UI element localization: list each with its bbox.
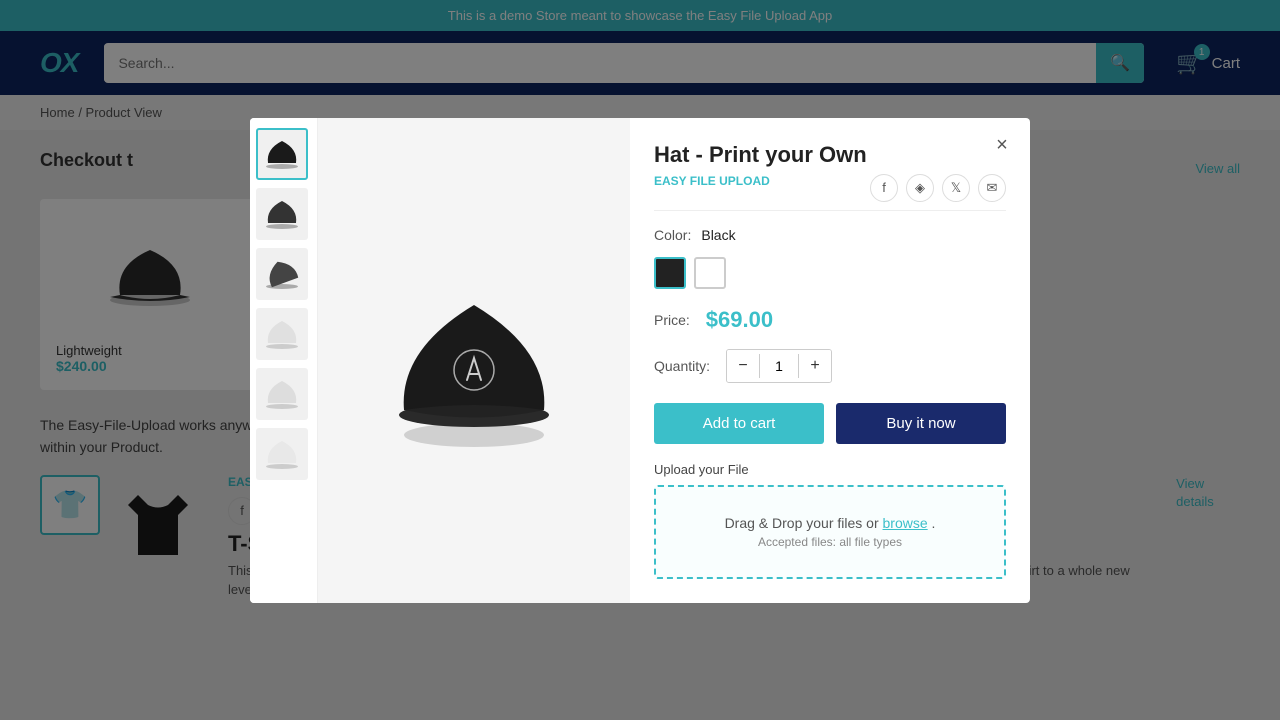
modal-pinterest-icon[interactable]: ◈	[906, 174, 934, 202]
modal-easy-file-label: EASY FILE UPLOAD	[654, 174, 770, 188]
modal-close-button[interactable]: ×	[988, 132, 1016, 160]
modal-facebook-icon[interactable]: f	[870, 174, 898, 202]
quantity-label: Quantity:	[654, 358, 710, 374]
color-swatch-white[interactable]	[694, 257, 726, 289]
color-selector-row: Color: Black	[654, 227, 1006, 243]
product-modal: × Hat - Print your Own EASY FILE UPLOAD …	[250, 118, 1030, 603]
email-icon-symbol: ✉	[987, 180, 998, 196]
modal-thumbnails	[250, 118, 318, 603]
upload-period: .	[932, 515, 936, 531]
add-to-cart-button[interactable]: Add to cart	[654, 403, 824, 444]
modal-title: Hat - Print your Own	[654, 142, 1006, 168]
quantity-controls: − +	[726, 349, 832, 383]
modal-social-icons: f ◈ 𝕏 ✉	[870, 174, 1006, 202]
upload-browse-link[interactable]: browse	[883, 515, 928, 531]
upload-label: Upload your File	[654, 462, 1006, 477]
buy-now-button[interactable]: Buy it now	[836, 403, 1006, 444]
modal-overlay: × Hat - Print your Own EASY FILE UPLOAD …	[0, 0, 1280, 720]
thumb-hat-2	[262, 194, 302, 234]
modal-subheader-row: EASY FILE UPLOAD f ◈ 𝕏 ✉	[654, 174, 1006, 202]
modal-email-icon[interactable]: ✉	[978, 174, 1006, 202]
pinterest-icon-symbol: ◈	[915, 180, 925, 196]
modal-left	[250, 118, 630, 603]
upload-section: Upload your File Drag & Drop your files …	[654, 462, 1006, 579]
facebook-icon-symbol: f	[882, 180, 886, 195]
quantity-row: Quantity: − +	[654, 349, 1006, 383]
modal-main-image	[318, 118, 630, 603]
modal-thumb-2[interactable]	[256, 188, 308, 240]
modal-thumb-1[interactable]	[256, 128, 308, 180]
color-label: Color:	[654, 227, 691, 243]
modal-right: × Hat - Print your Own EASY FILE UPLOAD …	[630, 118, 1030, 603]
price-row: Price: $69.00	[654, 307, 1006, 333]
thumb-hat-6	[262, 434, 302, 474]
thumb-hat-5	[262, 374, 302, 414]
upload-drag-text: Drag & Drop your files or	[725, 515, 879, 531]
color-value: Black	[701, 227, 735, 243]
main-hat-svg	[374, 260, 574, 460]
modal-twitter-icon[interactable]: 𝕏	[942, 174, 970, 202]
thumb-hat-4	[262, 314, 302, 354]
price-label: Price:	[654, 312, 690, 328]
modal-thumb-6[interactable]	[256, 428, 308, 480]
thumb-hat-1	[262, 134, 302, 174]
color-swatches	[654, 257, 1006, 289]
twitter-icon-symbol: 𝕏	[951, 180, 961, 196]
upload-accepted-text: Accepted files: all file types	[676, 535, 984, 549]
upload-dropzone[interactable]: Drag & Drop your files or browse . Accep…	[654, 485, 1006, 579]
modal-thumb-5[interactable]	[256, 368, 308, 420]
quantity-plus-button[interactable]: +	[799, 350, 831, 382]
thumb-hat-3	[262, 254, 302, 294]
modal-thumb-3[interactable]	[256, 248, 308, 300]
quantity-minus-button[interactable]: −	[727, 350, 759, 382]
quantity-input[interactable]	[759, 354, 799, 378]
action-buttons: Add to cart Buy it now	[654, 403, 1006, 444]
price-value: $69.00	[706, 307, 773, 333]
color-swatch-black[interactable]	[654, 257, 686, 289]
modal-thumb-4[interactable]	[256, 308, 308, 360]
